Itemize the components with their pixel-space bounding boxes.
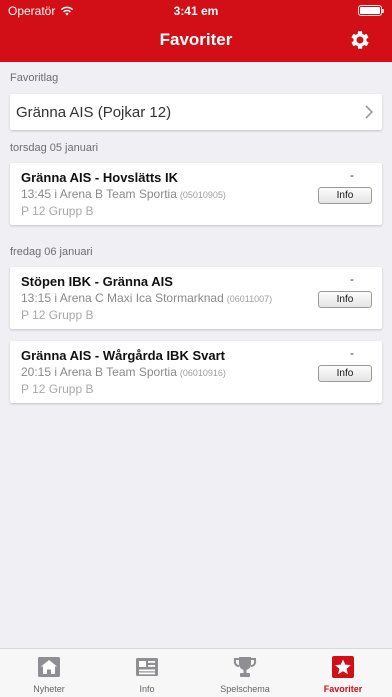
tab-label: Nyheter — [33, 684, 65, 694]
tab-nyheter[interactable]: Nyheter — [0, 649, 98, 697]
info-button[interactable]: Info — [318, 365, 372, 382]
game-time-place: 20:15 i Arena B Team Sportia (06010916) — [21, 365, 226, 379]
game-score: - — [350, 346, 354, 360]
game-group: P 12 Grupp B — [21, 204, 94, 218]
game-time-place: 13:15 i Arena C Maxi Ica Stormarknad (060… — [21, 291, 273, 305]
game-matchup: Stöpen IBK - Gränna AIS — [21, 274, 173, 289]
game-matchup: Gränna AIS - Hovslätts IK — [21, 170, 178, 185]
day-label: fredag 06 januari — [10, 246, 93, 258]
battery-icon — [358, 5, 384, 16]
status-time: 3:41 em — [173, 4, 219, 18]
game-code: (05010905) — [179, 190, 226, 200]
star-icon — [332, 656, 354, 678]
tab-bar: Nyheter Info Spelschema Favoriter — [0, 648, 392, 697]
game-card[interactable]: Gränna AIS - Wårgårda IBK Svart 20:15 i … — [10, 341, 382, 403]
favorite-team-name: Gränna AIS (Pojkar 12) — [16, 104, 172, 121]
page-title: Favoriter — [159, 30, 233, 49]
info-button[interactable]: Info — [318, 187, 372, 204]
game-time-place: 13:45 i Arena B Team Sportia (05010905) — [21, 187, 226, 201]
newspaper-icon — [136, 658, 158, 676]
trophy-icon — [233, 657, 257, 677]
game-matchup: Gränna AIS - Wårgårda IBK Svart — [21, 348, 225, 363]
game-group: P 12 Grupp B — [21, 382, 94, 396]
tab-label: Info — [139, 684, 155, 694]
house-icon — [38, 657, 60, 677]
gear-icon[interactable] — [348, 28, 372, 52]
game-score: - — [350, 272, 354, 286]
game-code: (06011007) — [226, 294, 273, 304]
game-card[interactable]: Gränna AIS - Hovslätts IK 13:45 i Arena … — [10, 163, 382, 225]
section-label-favorites: Favoritlag — [10, 72, 59, 84]
tab-label: Spelschema — [220, 684, 270, 694]
favorite-team-row[interactable]: Gränna AIS (Pojkar 12) — [10, 94, 382, 130]
tab-favoriter[interactable]: Favoriter — [294, 649, 392, 697]
game-group: P 12 Grupp B — [21, 308, 94, 322]
info-button[interactable]: Info — [318, 291, 372, 308]
chevron-right-icon — [365, 105, 374, 119]
tab-spelschema[interactable]: Spelschema — [196, 649, 294, 697]
tab-label: Favoriter — [323, 684, 363, 694]
game-card[interactable]: Stöpen IBK - Gränna AIS 13:15 i Arena C … — [10, 267, 382, 329]
tab-info[interactable]: Info — [98, 649, 196, 697]
status-bar: Operatör 3:41 em — [0, 4, 392, 18]
game-score: - — [350, 168, 354, 182]
day-label: torsdag 05 januari — [10, 142, 99, 154]
game-code: (06010916) — [179, 368, 226, 378]
app-header: Operatör 3:41 em Favoriter — [0, 0, 392, 62]
